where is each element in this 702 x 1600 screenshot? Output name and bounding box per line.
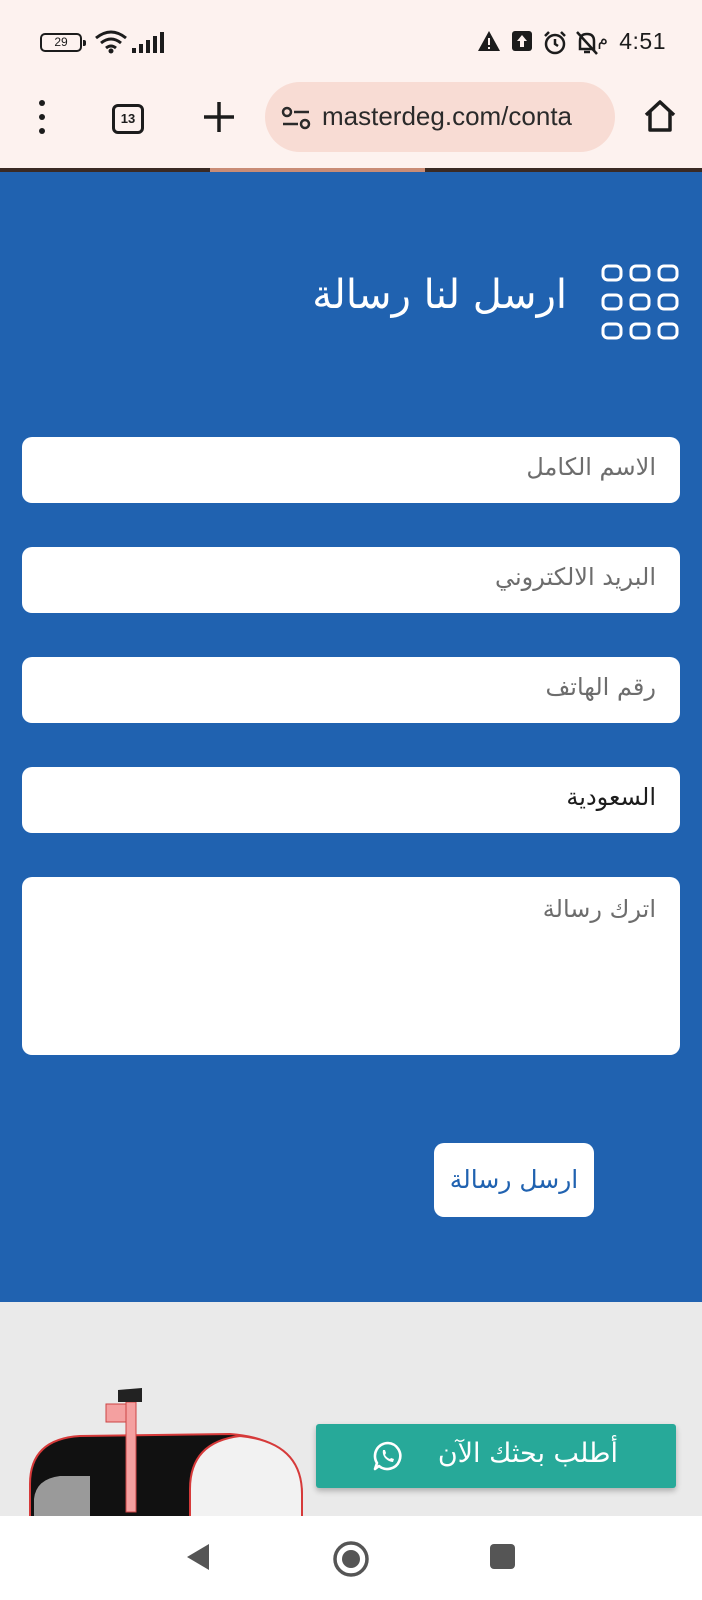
phone-input[interactable]: رقم الهاتف (22, 657, 680, 723)
warning-icon (478, 31, 500, 51)
notifications-off-icon (576, 31, 598, 55)
grid-icon (601, 264, 679, 340)
alarm-icon (544, 31, 566, 55)
send-message-button[interactable]: ارسل رسالة (434, 1143, 594, 1217)
contact-section: ارسل لنا رسالة الاسم الكامل البريد الالك… (0, 172, 702, 1302)
full-name-input[interactable]: الاسم الكامل (22, 437, 680, 503)
whatsapp-icon (373, 1441, 402, 1471)
url-text[interactable]: masterdeg.com/conta (322, 101, 572, 132)
back-icon[interactable] (185, 1542, 211, 1572)
full-name-placeholder: الاسم الكامل (526, 453, 656, 481)
mailbox-illustration (29, 1388, 303, 1516)
site-settings-icon[interactable] (281, 106, 311, 130)
recents-icon[interactable] (490, 1544, 515, 1569)
new-tab-icon[interactable] (200, 98, 238, 136)
whatsapp-label: أطلب بحثك الآن (437, 1438, 618, 1469)
section-title: ارسل لنا رسالة (312, 272, 567, 318)
email-input[interactable]: البريد الالكتروني (22, 547, 680, 613)
signal-icon (132, 32, 164, 53)
whatsapp-order-button[interactable]: أطلب بحثك الآن (316, 1424, 676, 1488)
status-bar: 29 م 4:51 (0, 0, 702, 84)
status-time: 4:51 (619, 28, 666, 54)
more-menu-icon[interactable] (30, 98, 54, 138)
browser-toolbar: 13 masterdeg.com/conta (0, 82, 702, 170)
country-value: السعودية (566, 783, 656, 811)
phone-placeholder: رقم الهاتف (545, 673, 656, 701)
home-nav-icon[interactable] (332, 1540, 370, 1578)
status-ampm: م (597, 30, 608, 50)
url-bar[interactable]: masterdeg.com/conta (265, 82, 615, 152)
battery-icon: 29 (40, 33, 86, 52)
home-icon[interactable] (642, 98, 678, 134)
email-placeholder: البريد الالكتروني (494, 563, 656, 591)
message-textarea[interactable]: اترك رسالة (22, 877, 680, 1055)
message-placeholder: اترك رسالة (542, 895, 656, 923)
upload-icon (512, 31, 532, 51)
wifi-icon (95, 30, 127, 54)
country-select[interactable]: السعودية (22, 767, 680, 833)
tab-switcher-button[interactable]: 13 (112, 104, 144, 134)
system-nav-bar (0, 1516, 702, 1600)
